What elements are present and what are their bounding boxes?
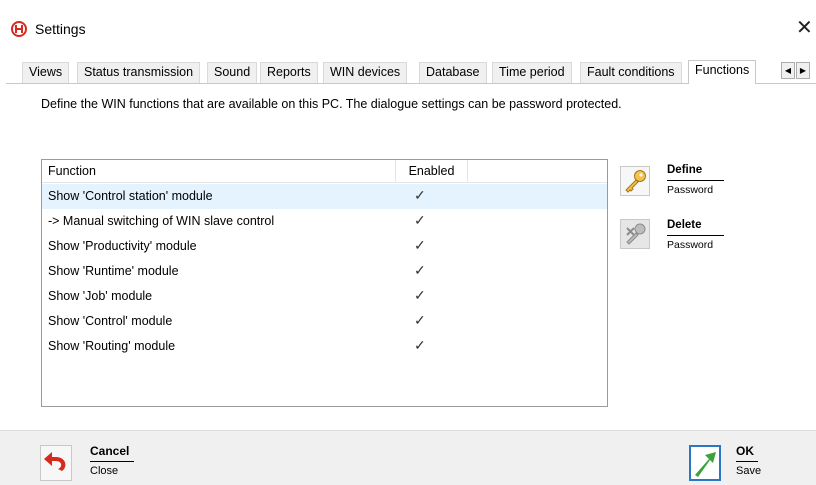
tab-reports[interactable]: Reports (260, 62, 318, 83)
description-text: Define the WIN functions that are availa… (41, 97, 622, 111)
table-row[interactable]: Show 'Runtime' module ✓ (42, 259, 607, 284)
enabled-checkbox[interactable]: ✓ (414, 338, 428, 352)
row-function-label: -> Manual switching of WIN slave control (48, 214, 275, 228)
tab-database[interactable]: Database (419, 62, 487, 83)
tab-views[interactable]: Views (22, 62, 70, 83)
tab-fault-conditions[interactable]: Fault conditions (580, 62, 682, 83)
window-title: Settings (35, 21, 86, 37)
enabled-checkbox[interactable]: ✓ (414, 288, 428, 302)
row-function-label: Show 'Productivity' module (48, 239, 197, 253)
ok-sub-label: Save (736, 465, 762, 477)
tab-functions[interactable]: Functions (688, 60, 757, 84)
app-logo-icon (11, 21, 27, 37)
enabled-checkbox[interactable]: ✓ (414, 213, 428, 227)
table-row[interactable]: Show 'Job' module ✓ (42, 284, 607, 309)
key-delete-icon (626, 223, 646, 245)
tab-status-transmission[interactable]: Status transmission (77, 62, 201, 83)
ok-button[interactable]: OK (736, 444, 754, 458)
define-label[interactable]: Define (667, 164, 702, 176)
column-header-enabled[interactable]: Enabled (396, 160, 468, 183)
divider (667, 235, 724, 236)
green-arrow-icon[interactable] (689, 445, 721, 481)
cancel-button[interactable]: Cancel (90, 444, 129, 458)
delete-sub-label: Password (667, 239, 714, 251)
tab-time-period[interactable]: Time period (492, 62, 572, 83)
define-sub-label: Password (667, 184, 714, 196)
table-row[interactable]: Show 'Routing' module ✓ (42, 334, 607, 359)
table-row[interactable]: -> Manual switching of WIN slave control… (42, 209, 607, 234)
table-row[interactable]: Show 'Control' module ✓ (42, 309, 607, 334)
delete-label[interactable]: Delete (667, 219, 702, 231)
row-function-label: Show 'Routing' module (48, 339, 176, 353)
divider (736, 461, 758, 462)
enabled-checkbox[interactable]: ✓ (414, 188, 428, 202)
tab-strip: Views Status transmission Sound Reports … (0, 60, 816, 84)
tab-win-devices[interactable]: WIN devices (323, 62, 408, 83)
column-header-function[interactable]: Function (42, 160, 396, 183)
enabled-checkbox[interactable]: ✓ (414, 263, 428, 277)
row-function-label: Show 'Control station' module (48, 189, 213, 203)
table-row[interactable]: Show 'Productivity' module ✓ (42, 234, 607, 259)
row-function-label: Show 'Runtime' module (48, 264, 179, 278)
close-icon[interactable]: ✕ (796, 18, 813, 38)
title-bar: Settings ✕ (0, 0, 816, 50)
tab-sound[interactable]: Sound (207, 62, 258, 83)
divider (90, 461, 134, 462)
table-row[interactable]: Show 'Control station' module ✓ (42, 184, 607, 209)
row-function-label: Show 'Job' module (48, 289, 153, 303)
cancel-sub-label: Close (90, 465, 119, 477)
row-function-label: Show 'Control' module (48, 314, 173, 328)
list-header: Function Enabled (42, 160, 607, 183)
tab-scroll-left-icon[interactable]: ◀ (781, 62, 795, 79)
define-password-button[interactable] (620, 166, 650, 196)
functions-list[interactable]: Function Enabled Show 'Control station' … (41, 159, 608, 407)
footer-bar: Cancel Close OK Save (0, 430, 816, 485)
enabled-checkbox[interactable]: ✓ (414, 238, 428, 252)
undo-arrow-icon[interactable] (40, 445, 72, 481)
key-icon (625, 170, 646, 193)
enabled-checkbox[interactable]: ✓ (414, 313, 428, 327)
divider (667, 180, 724, 181)
tab-scroll-right-icon[interactable]: ▶ (796, 62, 810, 79)
delete-password-button[interactable] (620, 219, 650, 249)
